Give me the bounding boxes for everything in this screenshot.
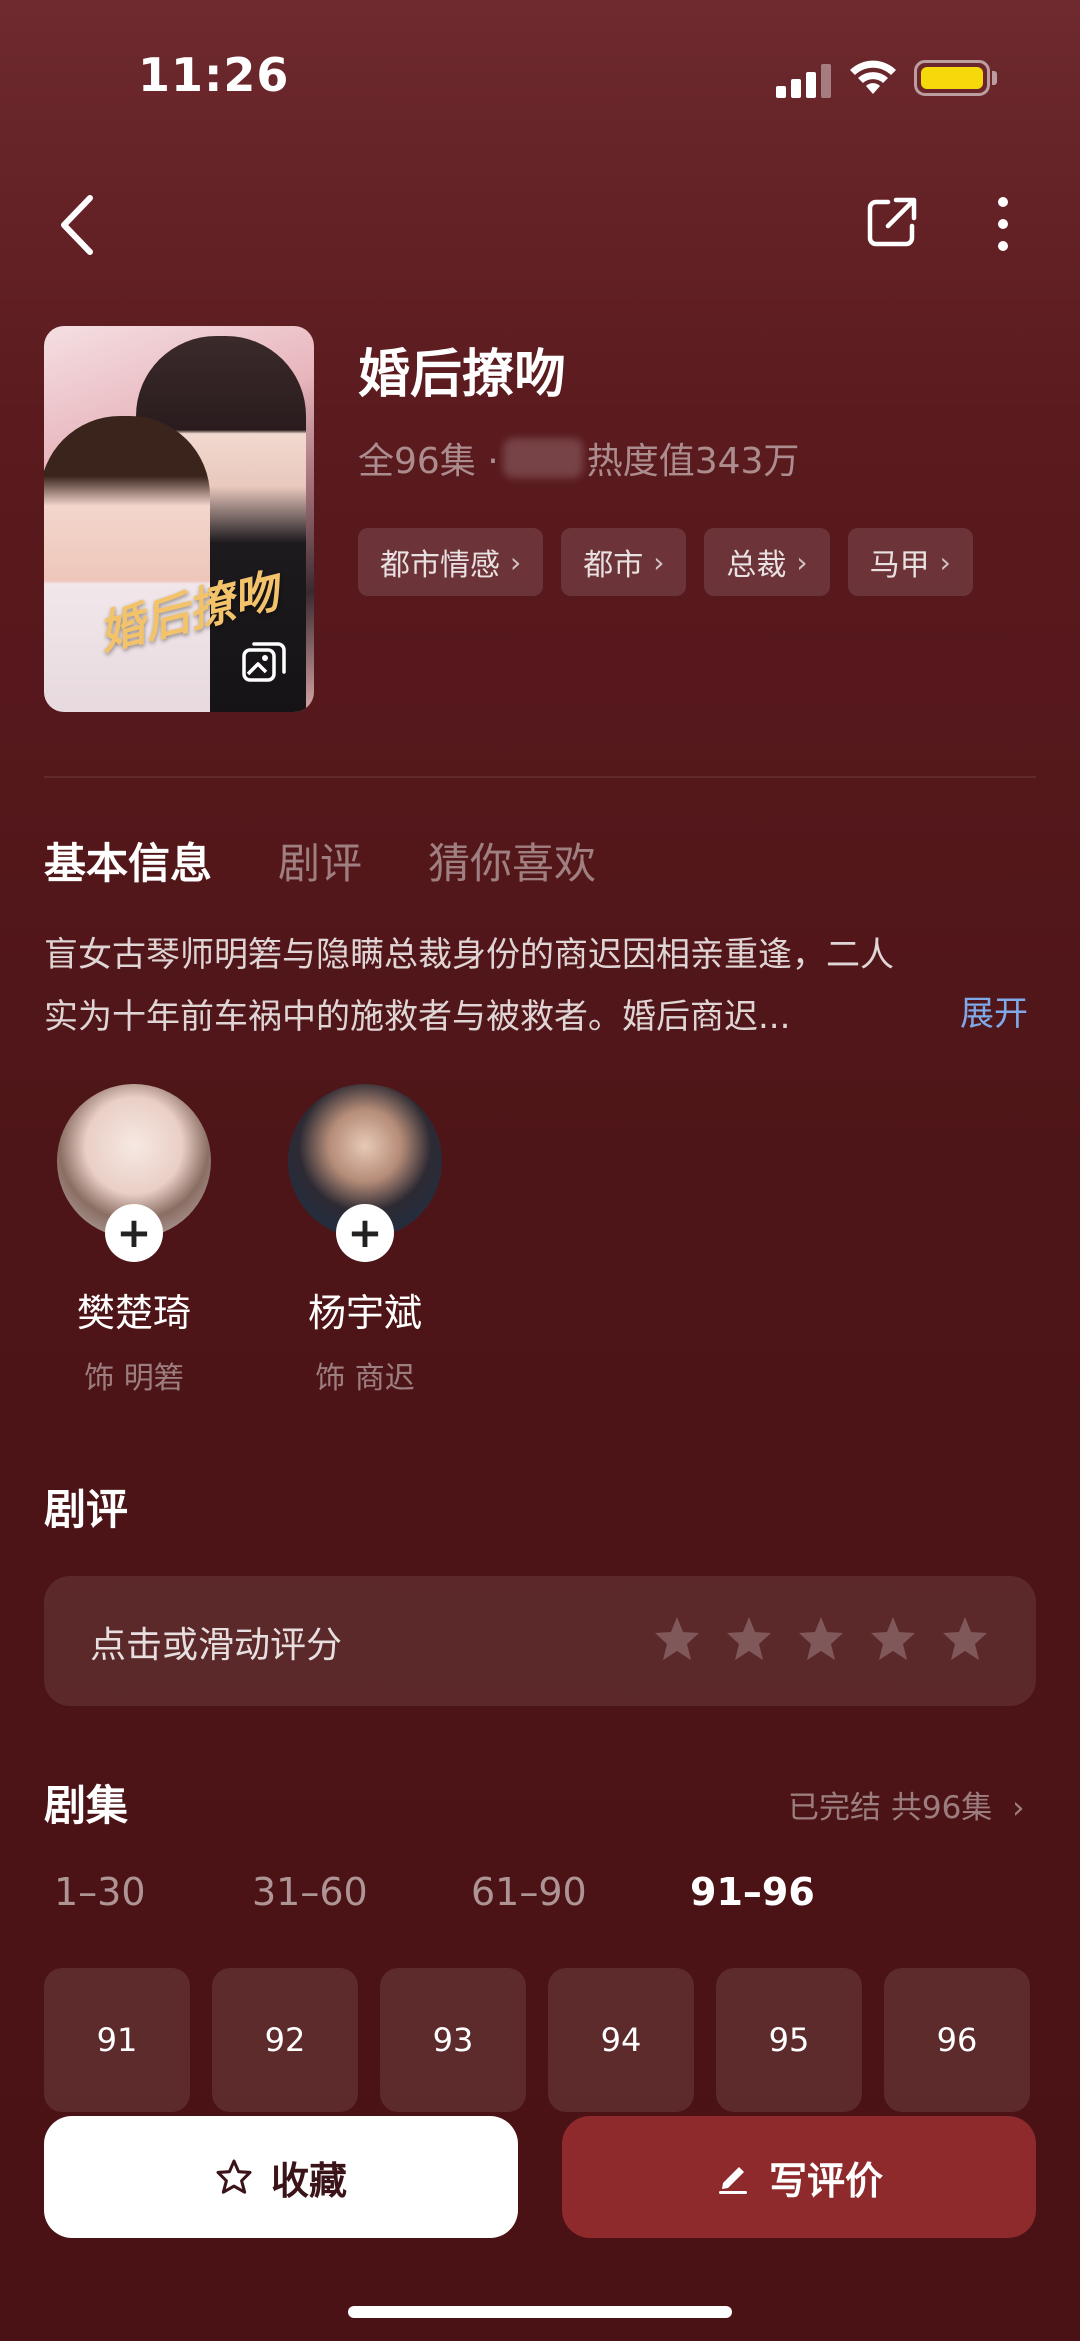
write-review-button[interactable]: 写评价	[562, 2116, 1036, 2238]
tag-chip[interactable]: 马甲 ›	[847, 528, 973, 596]
star-rating[interactable]	[652, 1614, 990, 1664]
show-meta: 全96集 · 热度值343万	[358, 432, 799, 484]
tag-label: 都市情感	[380, 548, 500, 583]
star-icon[interactable]	[724, 1614, 774, 1664]
episode-button[interactable]: 96	[884, 1968, 1030, 2112]
chevron-right-icon: ›	[796, 545, 808, 579]
episode-range-tab[interactable]: 31–60	[252, 1870, 471, 1914]
tab-reviews[interactable]: 剧评	[278, 830, 362, 891]
favorite-button[interactable]: 收藏	[44, 2116, 518, 2238]
cast-role: 饰 商迟	[315, 1361, 415, 1396]
synopsis-line: 实为十年前车祸中的施救者与被救者。婚后商迟...	[44, 997, 791, 1037]
star-icon[interactable]	[940, 1614, 990, 1664]
episode-range-tab-active[interactable]: 91–96	[690, 1870, 815, 1914]
episode-range-tab[interactable]: 1–30	[54, 1870, 252, 1914]
episode-range-tab[interactable]: 61–90	[471, 1870, 690, 1914]
avatar[interactable]: +	[57, 1084, 211, 1262]
episode-button[interactable]: 94	[548, 1968, 694, 2112]
star-icon[interactable]	[652, 1614, 702, 1664]
episodes-status-link[interactable]: 已完结 共96集 ›	[788, 1782, 1025, 1827]
redacted-region	[502, 438, 583, 478]
share-icon[interactable]	[866, 196, 918, 248]
follow-plus-icon[interactable]: +	[336, 1204, 394, 1262]
avatar[interactable]: +	[288, 1084, 442, 1262]
synopsis-line: 盲女古琴师明箬与隐瞒总裁身份的商迟因相亲重逢，二人	[44, 935, 894, 975]
divider	[44, 776, 1036, 778]
synopsis: 盲女古琴师明箬与隐瞒总裁身份的商迟因相亲重逢，二人 实为十年前车祸中的施救者与被…	[44, 924, 1004, 1048]
tag-chip[interactable]: 总裁 ›	[704, 528, 830, 596]
episode-grid: 91 92 93 94 95 96	[44, 1968, 1030, 2112]
tab-recommendations[interactable]: 猜你喜欢	[428, 830, 596, 891]
tag-label: 马甲	[869, 548, 930, 583]
home-indicator	[348, 2306, 732, 2318]
episode-count: 全96集 ·	[358, 441, 499, 482]
tag-label: 都市	[583, 548, 644, 583]
chevron-right-icon: ›	[939, 545, 951, 579]
expand-synopsis-link[interactable]: 展开	[960, 986, 1028, 1035]
poster-image[interactable]: 婚后撩吻	[44, 326, 314, 712]
episodes-status: 已完结 共96集	[788, 1790, 993, 1826]
cast-name: 杨宇斌	[307, 1291, 422, 1335]
episodes-section-title: 剧集	[44, 1781, 129, 1830]
write-review-label: 写评价	[768, 2158, 883, 2203]
battery-tip	[992, 71, 997, 85]
back-icon[interactable]	[52, 190, 104, 260]
show-title: 婚后撩吻	[358, 345, 567, 405]
pencil-icon	[718, 2167, 747, 2194]
star-icon[interactable]	[868, 1614, 918, 1664]
cast-role: 饰 明箬	[84, 1361, 184, 1396]
cast-name: 樊楚琦	[76, 1291, 191, 1335]
tag-list: 都市情感 › 都市 › 总裁 › 马甲 ›	[358, 528, 973, 596]
tag-label: 总裁	[726, 548, 787, 583]
rating-prompt: 点击或滑动评分	[90, 1625, 343, 1666]
episode-button[interactable]: 93	[380, 1968, 526, 2112]
status-time: 11:26	[138, 48, 290, 102]
chevron-right-icon: ›	[510, 545, 522, 579]
favorite-label: 收藏	[270, 2158, 347, 2203]
tag-chip[interactable]: 都市情感 ›	[358, 528, 544, 596]
tab-basic-info[interactable]: 基本信息	[44, 830, 212, 891]
cellular-signal-icon	[776, 64, 831, 98]
star-outline-icon	[216, 2159, 252, 2194]
star-icon[interactable]	[796, 1614, 846, 1664]
chevron-right-icon: ›	[1012, 1790, 1025, 1826]
wifi-icon	[850, 60, 896, 94]
cast-member[interactable]: + 杨宇斌 饰 商迟	[285, 1084, 445, 1397]
cast-member[interactable]: + 樊楚琦 饰 明箬	[54, 1084, 214, 1397]
tag-chip[interactable]: 都市 ›	[561, 528, 687, 596]
heat-value: 热度值343万	[586, 441, 800, 482]
follow-plus-icon[interactable]: +	[105, 1204, 163, 1262]
chevron-right-icon: ›	[653, 545, 665, 579]
episode-range-tabs: 1–30 31–60 61–90 91–96	[54, 1870, 815, 1914]
more-options-icon[interactable]	[990, 196, 1016, 252]
episode-button[interactable]: 92	[212, 1968, 358, 2112]
episode-button[interactable]: 91	[44, 1968, 190, 2112]
poster-figure-female	[44, 416, 210, 712]
content-tabs: 基本信息 剧评 猜你喜欢	[44, 830, 596, 891]
gallery-icon[interactable]	[240, 638, 288, 686]
reviews-section-title: 剧评	[44, 1485, 129, 1534]
battery-icon	[914, 60, 990, 96]
episode-button[interactable]: 95	[716, 1968, 862, 2112]
